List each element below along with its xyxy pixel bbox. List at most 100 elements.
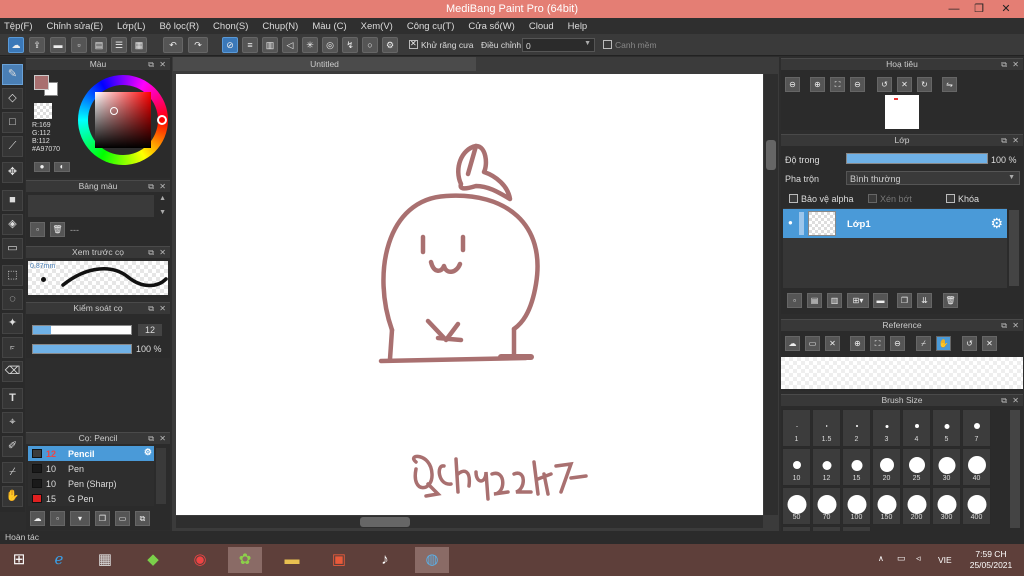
reset-icon[interactable]: ✕ [982, 336, 997, 351]
fit-icon[interactable]: ⛶ [830, 77, 845, 92]
bluestacks-icon[interactable]: ◆ [136, 547, 170, 573]
scroll-down-icon[interactable]: ▼ [159, 209, 166, 216]
zoom-in-icon[interactable]: ⊕ [810, 77, 825, 92]
windows-start-icon[interactable]: ⊞ [2, 547, 36, 573]
gear-icon[interactable]: ⚙ [144, 447, 152, 458]
brush-item[interactable]: 15G Pen⚙ [28, 491, 154, 506]
brush-size-cell[interactable]: 25 [902, 448, 931, 486]
vertical-scroll-thumb[interactable] [766, 140, 776, 170]
close-icon[interactable]: ✕ [159, 59, 166, 70]
parallel-snap-icon[interactable]: ≡ [242, 37, 258, 53]
circle-snap-icon[interactable]: ◎ [322, 37, 338, 53]
popout-icon[interactable]: ⧉ [148, 247, 154, 258]
chevron-up-icon[interactable]: ∧ [878, 554, 884, 563]
volume-icon[interactable]: ◃ [916, 553, 921, 564]
brush-size-slider[interactable] [32, 325, 132, 335]
flip-icon[interactable]: ⇋ [942, 77, 957, 92]
brush-tool-icon[interactable]: ✎ [2, 64, 23, 85]
curve-snap-icon[interactable]: ↯ [342, 37, 358, 53]
popout-icon[interactable]: ⧉ [148, 433, 154, 444]
drawing-canvas[interactable] [176, 74, 763, 515]
zoom-out-icon[interactable]: ⊖ [890, 336, 905, 351]
brush-item[interactable]: 10Pen⚙ [28, 461, 154, 476]
chrome-icon[interactable]: ◉ [183, 547, 217, 573]
divide-tool-icon[interactable]: ⌖ [2, 412, 23, 433]
saturation-value-square[interactable] [95, 92, 151, 148]
close-icon[interactable]: ✕ [159, 247, 166, 258]
color-history-icon[interactable]: ● [34, 162, 50, 172]
brush-item[interactable]: 12 Pencil ⚙ [28, 446, 154, 461]
clipping-checkbox[interactable] [868, 194, 877, 203]
brush-menu-icon[interactable]: ▾ [70, 511, 90, 526]
fit-icon[interactable]: ⛶ [870, 336, 885, 351]
close-icon[interactable]: ✕ [1012, 320, 1019, 331]
document-tab[interactable]: Untitled [173, 57, 476, 71]
menu-view[interactable]: Xem(V) [361, 21, 393, 32]
grid-icon[interactable]: ▦ [131, 37, 147, 53]
menu-select[interactable]: Chọn(S) [213, 21, 248, 32]
delete-palette-icon[interactable]: 🗑 [50, 222, 65, 237]
new-document-icon[interactable]: ▫ [71, 37, 87, 53]
adjust-dropdown[interactable]: 0 ▼ [522, 38, 595, 52]
merge-layer-icon[interactable]: ⇊ [917, 293, 932, 308]
menu-layer[interactable]: Lớp(L) [117, 21, 145, 32]
medibang-taskbar-icon[interactable]: ◍ [415, 547, 449, 573]
eyedropper-tool-icon[interactable]: ⌿ [2, 462, 23, 483]
rotate-icon[interactable]: ↺ [962, 336, 977, 351]
select-pen-tool-icon[interactable]: ⟔ [2, 337, 23, 358]
popout-icon[interactable]: ⧉ [148, 181, 154, 192]
internet-explorer-icon[interactable]: ℯ [42, 547, 76, 573]
snap-settings-icon[interactable]: ⚙ [382, 37, 398, 53]
brush-size-cell[interactable]: 200 [902, 487, 931, 525]
zoom-minus-icon[interactable]: ⊖ [850, 77, 865, 92]
move-tool-icon[interactable]: ✥ [2, 162, 23, 183]
brush-size-cell[interactable]: 300 [932, 487, 961, 525]
text-tool-icon[interactable]: T [2, 388, 23, 409]
popout-icon[interactable]: ⧉ [1001, 395, 1007, 406]
close-icon[interactable]: ✕ [1012, 135, 1019, 146]
hue-cursor[interactable] [157, 115, 167, 125]
close-icon[interactable]: ✕ [1012, 59, 1019, 70]
brush-size-cell[interactable]: 15 [842, 448, 871, 486]
popout-icon[interactable]: ⧉ [148, 303, 154, 314]
navigator-thumbnail[interactable] [885, 95, 919, 129]
brush-size-cell[interactable]: 1 [782, 409, 811, 447]
brush-list-scrollbar[interactable] [156, 448, 166, 504]
zoom-in-icon[interactable]: ⊕ [850, 336, 865, 351]
popout-icon[interactable]: ⧉ [148, 59, 154, 70]
brush-size-cell[interactable]: 20 [872, 448, 901, 486]
cloud-download-icon[interactable]: ☁ [30, 511, 45, 526]
duplicate-layer-icon[interactable]: ❐ [897, 293, 912, 308]
menu-filter[interactable]: Bộ lọc(R) [159, 21, 199, 32]
brush-size-cell[interactable]: 40 [962, 448, 991, 486]
close-button[interactable]: ✕ [992, 0, 1020, 18]
brush-size-cell[interactable]: 10 [782, 448, 811, 486]
add-layer-1bit-icon[interactable]: ▥ [827, 293, 842, 308]
dot-tool-icon[interactable]: □ [2, 112, 23, 133]
add-halftone-layer-icon[interactable]: ▤ [807, 293, 822, 308]
save-icon[interactable]: ▤ [91, 37, 107, 53]
blend-mode-dropdown[interactable]: Bình thường ▼ [846, 171, 1020, 185]
redo-icon[interactable]: ↷ [188, 37, 208, 53]
delete-layer-icon[interactable]: 🗑 [943, 293, 958, 308]
brush-opacity-slider[interactable] [32, 344, 132, 354]
palette-list[interactable] [28, 195, 154, 217]
presentation-app-icon[interactable]: ▣ [322, 547, 356, 573]
network-icon[interactable]: ▭ [897, 553, 906, 564]
vanishing-snap-icon[interactable]: ◁ [282, 37, 298, 53]
menu-window[interactable]: Cửa sổ(W) [468, 21, 514, 32]
language-indicator[interactable]: VIE [938, 555, 952, 565]
snap-off-icon[interactable]: ⊘ [222, 37, 238, 53]
undo-icon[interactable]: ↶ [163, 37, 183, 53]
menu-file[interactable]: Tệp(F) [4, 21, 33, 32]
brush-size-cell[interactable]: 100 [842, 487, 871, 525]
brush-size-cell[interactable]: 4 [902, 409, 931, 447]
lasso-tool-icon[interactable]: ◌ [2, 289, 23, 310]
color-picker-cursor[interactable] [110, 107, 118, 115]
popout-icon[interactable]: ⧉ [1001, 135, 1007, 146]
cross-snap-icon[interactable]: ▥ [262, 37, 278, 53]
blur-tool-icon[interactable]: ⟋ [2, 136, 23, 157]
brush-size-cell[interactable]: 30 [932, 448, 961, 486]
soft-edge-checkbox[interactable] [603, 40, 612, 49]
close-icon[interactable]: ✕ [159, 433, 166, 444]
